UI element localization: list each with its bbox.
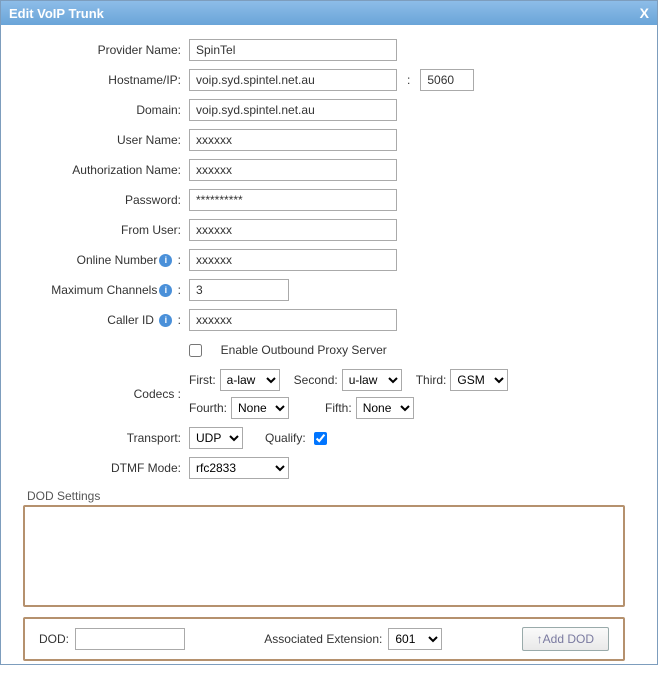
first-codec-label: First: <box>189 373 216 387</box>
info-icon[interactable]: i <box>159 284 172 297</box>
dtmf-label: DTMF Mode: <box>9 461 189 475</box>
port-input[interactable] <box>420 69 474 91</box>
hostname-label: Hostname/IP: <box>9 73 189 87</box>
dod-list-panel <box>23 505 625 607</box>
dod-input[interactable] <box>75 628 185 650</box>
info-icon[interactable]: i <box>159 314 172 327</box>
caller-id-label: Caller ID i : <box>9 313 189 327</box>
domain-input[interactable] <box>189 99 397 121</box>
qualify-label: Qualify: <box>265 431 306 445</box>
third-codec-select[interactable]: GSM <box>450 369 508 391</box>
dod-label: DOD: <box>39 632 69 646</box>
titlebar: Edit VoIP Trunk X <box>1 1 657 25</box>
enable-proxy-label: Enable Outbound Proxy Server <box>221 343 387 357</box>
provider-name-label: Provider Name: <box>9 43 189 57</box>
authname-label: Authorization Name: <box>9 163 189 177</box>
second-codec-label: Second: <box>294 373 338 387</box>
assoc-ext-select[interactable]: 601 <box>388 628 442 650</box>
add-dod-button[interactable]: ↑Add DOD <box>522 627 609 651</box>
domain-label: Domain: <box>9 103 189 117</box>
online-number-label: Online Numberi : <box>9 253 189 267</box>
assoc-ext-label: Associated Extension: <box>264 632 382 646</box>
fifth-codec-label: Fifth: <box>325 401 352 415</box>
online-number-input[interactable] <box>189 249 397 271</box>
hostname-input[interactable] <box>189 69 397 91</box>
username-label: User Name: <box>9 133 189 147</box>
third-codec-label: Third: <box>416 373 447 387</box>
voip-trunk-window: Edit VoIP Trunk X Provider Name: Hostnam… <box>0 0 658 665</box>
dod-settings-label: DOD Settings <box>27 489 639 503</box>
close-icon[interactable]: X <box>640 5 649 21</box>
form-body: Provider Name: Hostname/IP: : Domain: Us… <box>1 25 657 675</box>
second-codec-select[interactable]: u-law <box>342 369 402 391</box>
username-input[interactable] <box>189 129 397 151</box>
fourth-codec-label: Fourth: <box>189 401 227 415</box>
qualify-checkbox[interactable] <box>314 432 327 445</box>
enable-proxy-checkbox[interactable] <box>189 344 202 357</box>
fifth-codec-select[interactable]: None <box>356 397 414 419</box>
first-codec-select[interactable]: a-law <box>220 369 280 391</box>
transport-select[interactable]: UDP <box>189 427 243 449</box>
provider-name-input[interactable] <box>189 39 397 61</box>
port-separator: : <box>403 73 414 87</box>
fromuser-label: From User: <box>9 223 189 237</box>
max-channels-label: Maximum Channelsi : <box>9 283 189 297</box>
codecs-label: Codecs : <box>9 387 189 401</box>
authname-input[interactable] <box>189 159 397 181</box>
dtmf-select[interactable]: rfc2833 <box>189 457 289 479</box>
password-label: Password: <box>9 193 189 207</box>
caller-id-input[interactable] <box>189 309 397 331</box>
window-title: Edit VoIP Trunk <box>9 6 104 21</box>
transport-label: Transport: <box>9 431 189 445</box>
fromuser-input[interactable] <box>189 219 397 241</box>
dod-control-panel: DOD: Associated Extension: 601 ↑Add DOD <box>23 617 625 661</box>
max-channels-input[interactable] <box>189 279 289 301</box>
info-icon[interactable]: i <box>159 254 172 267</box>
password-input[interactable] <box>189 189 397 211</box>
fourth-codec-select[interactable]: None <box>231 397 289 419</box>
